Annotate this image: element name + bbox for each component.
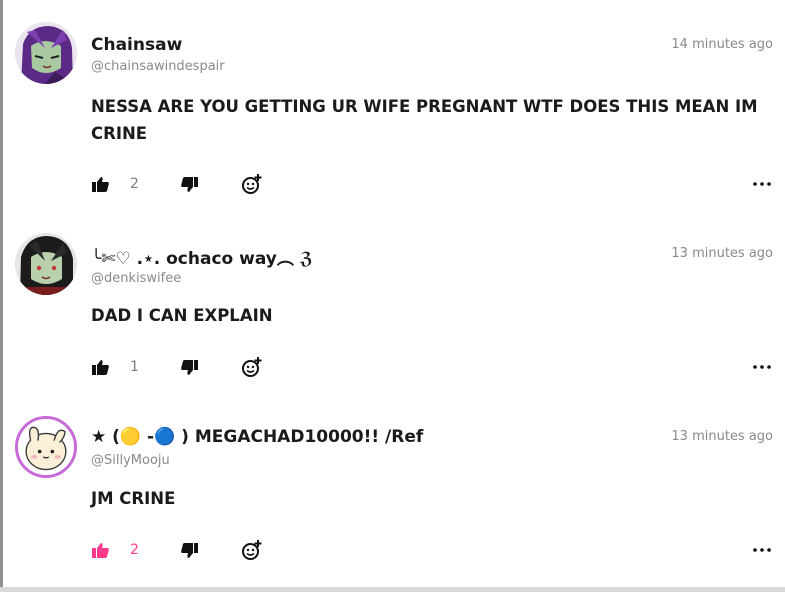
author-name[interactable]: ★ (🟡 -🔵 ) MEGACHAD10000!! /Ref [91,427,423,447]
dislike-button[interactable] [178,539,200,561]
author-handle[interactable]: @SillyMooju [91,453,170,468]
thumbs-down-icon [180,542,198,558]
more-options-icon [753,548,771,552]
author-name[interactable]: Chainsaw [91,35,182,55]
more-options-button[interactable] [751,539,773,561]
author-handle[interactable]: @denkiswifee [91,271,181,286]
comment-text: JM CRINE [91,489,176,508]
cartoon-avatar-bunny-icon [18,419,74,475]
comment-text: DAD I CAN EXPLAIN [91,306,273,325]
author-name[interactable]: ╰✄♡ .⋆. ochaco way︵ ℨ [91,244,313,269]
timestamp: 14 minutes ago [671,37,773,52]
avatar[interactable] [15,416,77,478]
like-button[interactable] [89,539,111,561]
thumbs-up-icon [91,542,109,558]
avatar[interactable] [15,22,77,84]
add-reaction-button[interactable] [241,539,263,561]
timestamp: 13 minutes ago [671,246,773,261]
anime-avatar-dark-hair-icon [15,233,77,295]
like-count: 2 [130,542,139,558]
comment-actions: 2 [0,539,785,563]
comment-item: ★ (🟡 -🔵 ) MEGACHAD10000!! /Ref @SillyMoo… [0,366,785,560]
timestamp: 13 minutes ago [671,429,773,444]
author-handle[interactable]: @chainsawindespair [91,59,225,74]
bottom-divider [0,587,785,592]
add-reaction-icon [242,540,262,560]
avatar[interactable] [15,233,77,295]
comment-item: Chainsaw @chainsawindespair 14 minutes a… [0,0,785,194]
anime-avatar-purple-hair-icon [15,22,77,84]
comment-item: ╰✄♡ .⋆. ochaco way︵ ℨ @denkiswifee 13 mi… [0,183,785,377]
comment-text: NESSA ARE YOU GETTING UR WIFE PREGNANT W… [91,97,758,143]
